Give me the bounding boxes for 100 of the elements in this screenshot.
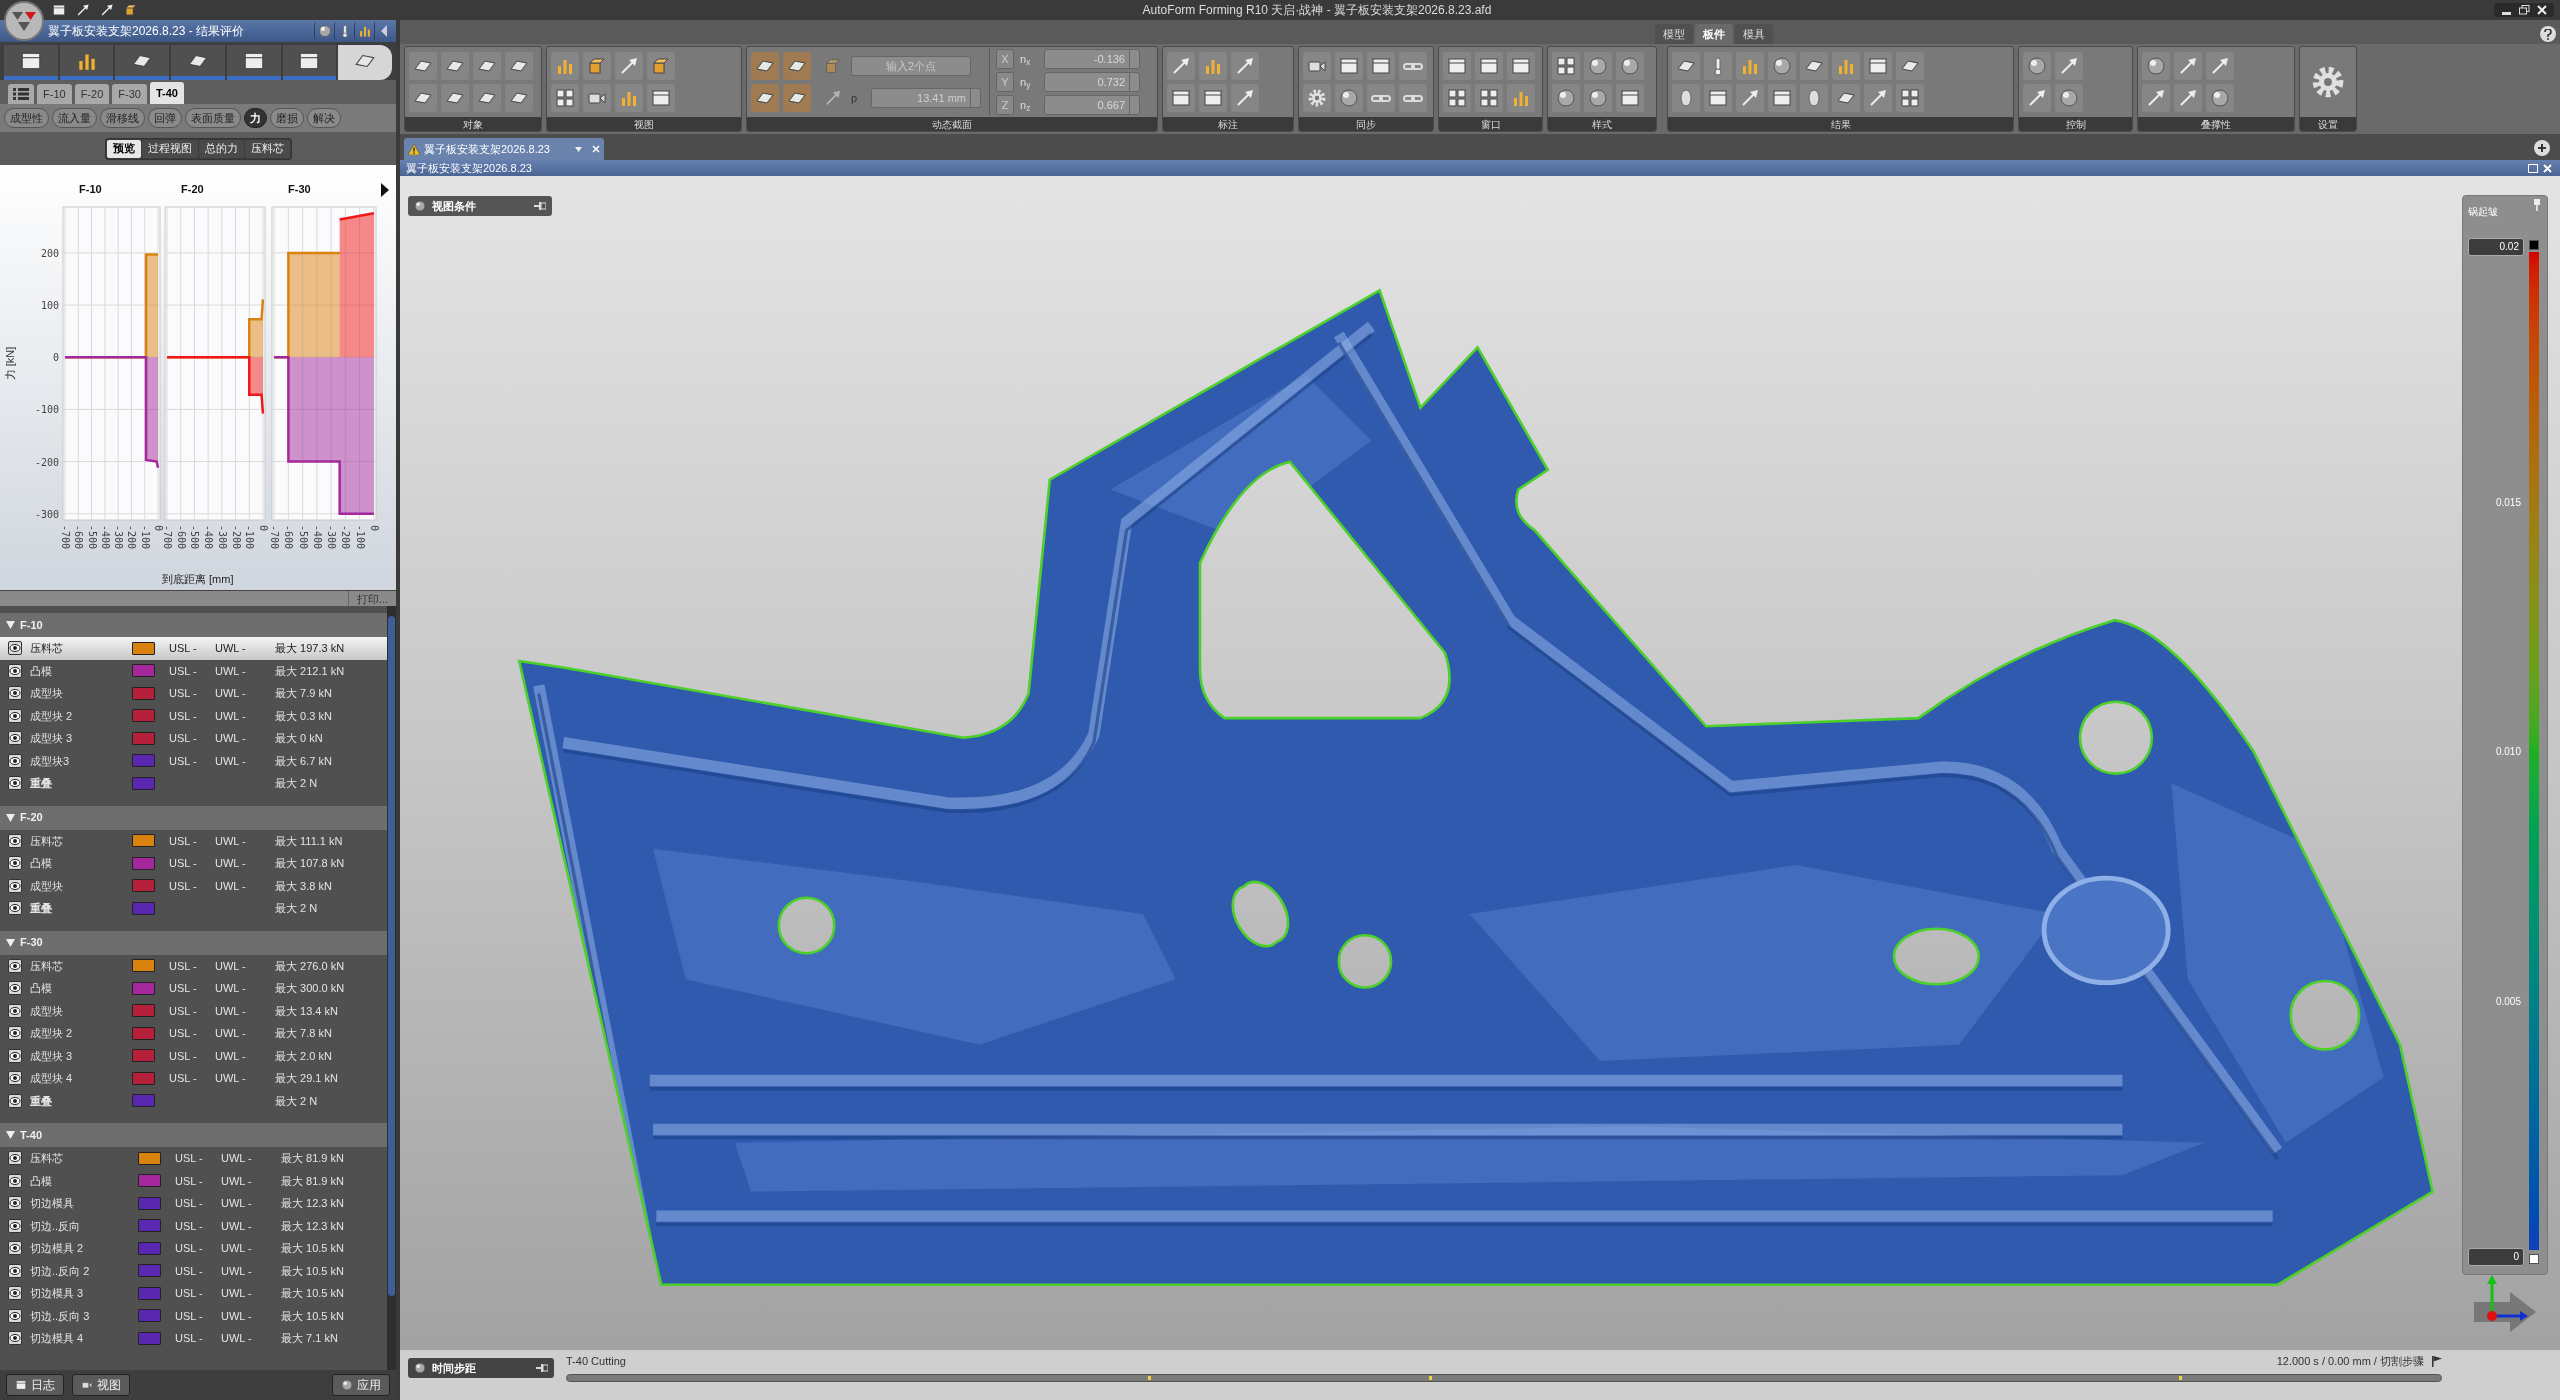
tool-row[interactable]: 凸模 USL - UWL - 最大 81.9 kN — [0, 1169, 387, 1192]
tool-row[interactable]: 切边..反向 3 USL - UWL - 最大 10.5 kN — [0, 1304, 387, 1327]
minimize-icon[interactable] — [2501, 12, 2511, 15]
tool-row[interactable]: 成型块 3 USL - UWL - 最大 2.0 kN — [0, 1044, 387, 1067]
operation-tab[interactable]: F-10 — [37, 84, 72, 104]
pin-icon[interactable] — [534, 201, 546, 211]
eye-icon[interactable] — [8, 1331, 22, 1346]
workflow-step[interactable] — [338, 45, 393, 80]
view-condition-chip[interactable]: 视图条件 — [408, 196, 552, 216]
workflow-step[interactable] — [59, 45, 114, 80]
tool-row[interactable]: 凸模 USL - UWL - 最大 300.0 kN — [0, 977, 387, 1000]
legend-max-value[interactable]: 0.02 — [2468, 238, 2524, 256]
window-icon[interactable] — [1704, 84, 1732, 112]
operation-tab[interactable]: T-40 — [149, 82, 184, 104]
tool-row[interactable]: 成型块 4 USL - UWL - 最大 29.1 kN — [0, 1067, 387, 1090]
document-tab[interactable]: 翼子板安装支架2026.8.23 — [404, 138, 604, 160]
tool-row[interactable]: 成型块 3 USL - UWL - 最大 0 kN — [0, 727, 387, 750]
eye-icon[interactable] — [8, 1048, 22, 1063]
window-icon[interactable] — [1507, 52, 1535, 80]
ribbon-tab[interactable]: 模具 — [1735, 24, 1773, 44]
time-slider-track[interactable] — [566, 1373, 2442, 1382]
window-icon[interactable] — [1367, 52, 1395, 80]
flag-icon[interactable] — [2432, 1355, 2442, 1367]
eye-icon[interactable] — [8, 1173, 22, 1188]
eye-icon[interactable] — [8, 1003, 22, 1018]
eye-icon[interactable] — [8, 686, 22, 701]
list-icon[interactable] — [8, 84, 34, 104]
window-icon[interactable] — [1443, 52, 1471, 80]
eye-icon[interactable] — [8, 878, 22, 893]
link-icon[interactable] — [1399, 52, 1427, 80]
result-type-pill[interactable]: 回弹 — [148, 108, 182, 128]
tool-row[interactable]: 重叠 最大 2 N — [0, 1089, 387, 1112]
link-icon[interactable] — [1367, 84, 1395, 112]
workflow-step[interactable] — [282, 45, 337, 80]
expand-triangle-icon[interactable] — [6, 813, 15, 822]
operation-tab[interactable]: F-20 — [74, 84, 110, 104]
workflow-step[interactable] — [115, 45, 170, 80]
eye-icon[interactable] — [8, 1026, 22, 1041]
tool-row[interactable]: 凸模 USL - UWL - 最大 107.8 kN — [0, 852, 387, 875]
ribbon-tab[interactable]: 板件 — [1695, 24, 1733, 44]
legend-min-value[interactable]: 0 — [2468, 1248, 2524, 1266]
tool-row[interactable]: 切边模具 2 USL - UWL - 最大 10.5 kN — [0, 1237, 387, 1260]
eye-icon[interactable] — [8, 981, 22, 996]
sheet-icon[interactable] — [441, 52, 469, 80]
eye-icon[interactable] — [8, 641, 22, 656]
tool-row[interactable]: 重叠 最大 2 N — [0, 897, 387, 920]
workflow-step[interactable] — [226, 45, 281, 80]
tool-row[interactable]: 成型块 USL - UWL - 最大 13.4 kN — [0, 999, 387, 1022]
expand-triangle-icon[interactable] — [6, 1131, 15, 1139]
view-tab[interactable]: 过程视图 — [141, 139, 198, 158]
sheet-icon[interactable] — [409, 84, 437, 112]
tool-row[interactable]: 压料芯 USL - UWL - 最大 276.0 kN — [0, 954, 387, 977]
eye-icon[interactable] — [8, 708, 22, 723]
tool-row[interactable]: 切边..反向 2 USL - UWL - 最大 10.5 kN — [0, 1259, 387, 1282]
window-icon[interactable] — [1616, 84, 1644, 112]
result-type-pill[interactable]: 磨损 — [270, 108, 304, 128]
eye-icon[interactable] — [8, 663, 22, 678]
workflow-step[interactable] — [4, 45, 58, 80]
ribbon-tab[interactable]: 模型 — [1655, 24, 1693, 44]
operation-tab[interactable]: F-30 — [112, 84, 147, 104]
maximize-button[interactable] — [2526, 162, 2540, 174]
scrollbar[interactable] — [387, 606, 396, 1370]
grid-icon[interactable] — [1475, 84, 1503, 112]
camera-icon[interactable] — [583, 84, 611, 112]
eye-icon[interactable] — [8, 856, 22, 871]
tool-row[interactable]: 切边模具 4 USL - UWL - 最大 7.1 kN — [0, 1327, 387, 1350]
eye-icon[interactable] — [8, 731, 22, 746]
eye-icon[interactable] — [8, 833, 22, 848]
grid-icon[interactable] — [1552, 52, 1580, 80]
result-type-pill[interactable]: 表面质量 — [185, 108, 241, 128]
tool-row[interactable]: 成型块 USL - UWL - 最大 7.9 kN — [0, 682, 387, 705]
window-icon[interactable] — [1475, 52, 1503, 80]
view-tab[interactable]: 预览 — [106, 139, 141, 158]
workflow-step[interactable] — [171, 45, 225, 80]
sheet-icon[interactable] — [1800, 52, 1828, 80]
sheet-icon[interactable] — [473, 52, 501, 80]
tool-row[interactable]: 切边模具 3 USL - UWL - 最大 10.5 kN — [0, 1282, 387, 1305]
result-type-pill[interactable]: 成型性 — [4, 108, 49, 128]
sheet-icon[interactable] — [751, 52, 779, 80]
sheet-icon[interactable] — [751, 84, 779, 112]
result-type-pill[interactable]: 流入量 — [52, 108, 97, 128]
help-icon[interactable] — [2540, 26, 2556, 42]
window-icon[interactable] — [1864, 52, 1892, 80]
restore-icon[interactable] — [2518, 5, 2530, 15]
group-header[interactable]: T-40 — [0, 1123, 387, 1147]
sheet-icon[interactable] — [1832, 84, 1860, 112]
add-icon[interactable] — [2534, 140, 2550, 156]
eye-icon[interactable] — [8, 1218, 22, 1233]
sheet-icon[interactable] — [505, 52, 533, 80]
sheet-icon[interactable] — [473, 84, 501, 112]
tool-row[interactable]: 压料芯 USL - UWL - 最大 81.9 kN — [0, 1147, 387, 1170]
grid-icon[interactable] — [551, 84, 579, 112]
grid-icon[interactable] — [1896, 84, 1924, 112]
footer-button[interactable]: 视图 — [72, 1374, 130, 1396]
tool-row[interactable]: 凸模 USL - UWL - 最大 212.1 kN — [0, 659, 387, 682]
tool-row[interactable]: 成型块 2 USL - UWL - 最大 0.3 kN — [0, 704, 387, 727]
eye-icon[interactable] — [8, 1308, 22, 1323]
thermo-icon[interactable] — [1704, 52, 1732, 80]
eye-icon[interactable] — [8, 753, 22, 768]
tool-row[interactable]: 成型块 2 USL - UWL - 最大 7.8 kN — [0, 1022, 387, 1045]
